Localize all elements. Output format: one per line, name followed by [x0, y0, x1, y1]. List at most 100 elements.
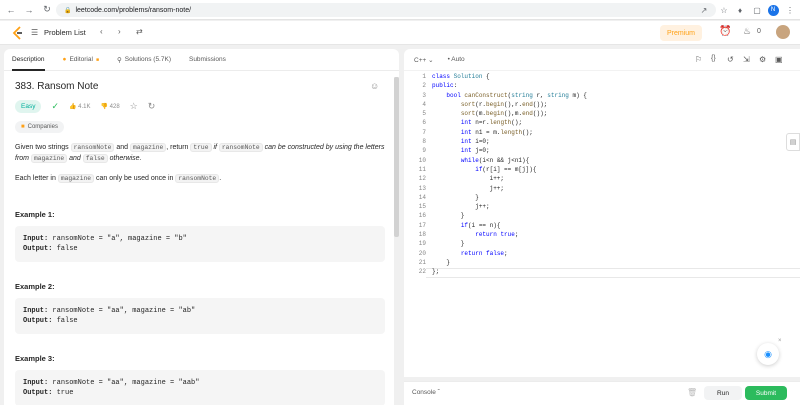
code-line: class Solution { — [432, 73, 490, 80]
example-box: Input: ransomNote = "aa", magazine = "ab… — [15, 298, 385, 334]
line-number: 13 — [418, 184, 426, 192]
tab-label: Solutions (5.7K) — [124, 56, 171, 63]
fire-icon[interactable]: ♨ — [743, 26, 751, 37]
example-heading: Example 2: — [15, 282, 55, 291]
line-number: 9 — [422, 147, 426, 155]
line-number: 15 — [418, 203, 426, 211]
lock-badge-icon: ■ — [95, 56, 99, 63]
expand-icon[interactable]: ⇲ — [743, 55, 750, 64]
example-box: Input: ransomNote = "aa", magazine = "aa… — [15, 370, 385, 405]
code-line: } — [432, 212, 465, 220]
next-problem-icon[interactable]: › — [118, 27, 121, 36]
list-icon[interactable]: ☰ — [31, 28, 38, 37]
reset-icon[interactable]: ↺ — [727, 55, 734, 64]
code-area[interactable]: class Solution { public: bool canConstru… — [432, 73, 792, 278]
chat-help-icon[interactable]: ◉ — [757, 343, 779, 365]
line-number: 7 — [422, 128, 426, 136]
tab-submissions[interactable]: Submissions — [189, 49, 226, 71]
line-number: 4 — [422, 100, 426, 108]
companies-chip[interactable]: ■ Companies — [15, 121, 64, 133]
line-number: 8 — [422, 138, 426, 146]
code-line: int n1 = m.length(); — [460, 128, 533, 136]
code-line: int i=0; — [460, 138, 490, 146]
line-number: 21 — [418, 258, 426, 266]
leetcode-logo[interactable] — [12, 26, 24, 40]
settings-icon[interactable]: ⚙ — [759, 55, 766, 64]
line-number: 2 — [422, 82, 426, 90]
language-select[interactable]: C++ ⌄ — [414, 56, 434, 64]
run-button[interactable]: Run — [704, 386, 742, 400]
thumbs-up-icon: 👍 — [69, 104, 77, 110]
example-heading: Example 3: — [15, 354, 55, 363]
line-number: 12 — [418, 175, 426, 183]
like-button[interactable]: 👍 4.1K — [69, 103, 91, 110]
app-header: ☰ Problem List ‹ › ⇄ Premium ⏰ ♨ 0 — [0, 21, 800, 45]
favorite-star-icon[interactable]: ☆ — [130, 101, 138, 112]
likes-count: 4.1K — [78, 104, 91, 110]
line-number: 5 — [422, 110, 426, 118]
more-icon[interactable]: ☺ — [370, 81, 379, 91]
code-line: int n=r.length(); — [460, 119, 523, 127]
dislikes-count: 428 — [109, 104, 120, 110]
tab-label: Editorial — [69, 56, 93, 63]
autocomplete-toggle[interactable]: • Auto — [448, 56, 465, 63]
description-paragraph: Given two strings ransomNote and magazin… — [15, 143, 385, 163]
url-text: leetcode.com/problems/ransom-note/ — [75, 6, 192, 14]
address-bar[interactable]: 🔒 leetcode.com/problems/ransom-note/ — [56, 3, 716, 17]
user-avatar[interactable] — [776, 25, 790, 39]
flask-icon: ⚲ — [116, 56, 122, 64]
timer-icon[interactable]: ⏰ — [719, 26, 731, 37]
tab-solutions[interactable]: ⚲ Solutions (5.7K) — [117, 49, 171, 71]
code-line: j++; — [432, 203, 490, 211]
difficulty-badge: Easy — [15, 100, 42, 113]
line-number-gutter: 1 2 3 4 5 6 7 8 9 10 11 12 13 14 15 16 17 18 19 20 21 22 — [404, 73, 426, 278]
line-number: 1 — [422, 73, 426, 80]
lock-icon: 🔒 — [64, 7, 72, 14]
code-line: public: — [432, 82, 458, 90]
submit-button[interactable]: Submit — [745, 386, 787, 400]
reload-icon[interactable]: ↻ — [40, 3, 54, 17]
line-number: 16 — [418, 212, 426, 220]
thumbs-down-icon: 👎 — [100, 104, 108, 110]
profile-avatar[interactable]: N — [766, 3, 780, 17]
line-number: 10 — [418, 156, 426, 164]
streak-count: 0 — [757, 28, 761, 35]
code-line: if(r[i] == m[j]){ — [475, 165, 537, 173]
line-number: 6 — [422, 119, 426, 127]
console-toggle[interactable]: Console ˆ — [412, 389, 440, 396]
browser-toolbar: ← → ↻ 🔒 leetcode.com/problems/ransom-not… — [0, 0, 800, 20]
prev-problem-icon[interactable]: ‹ — [100, 27, 103, 36]
shuffle-icon[interactable]: ⇄ — [136, 27, 143, 36]
premium-button[interactable]: Premium — [660, 25, 702, 41]
back-icon[interactable]: ← — [4, 3, 18, 17]
line-number: 19 — [418, 240, 426, 248]
editor-footer: Console ˆ 🗑 Run Submit — [404, 381, 800, 405]
close-chat-icon[interactable]: × — [778, 338, 782, 344]
companies-label: Companies — [27, 124, 58, 130]
share-link-icon[interactable]: ↻ — [148, 101, 156, 112]
code-line: }; — [432, 268, 440, 276]
fullscreen-icon[interactable]: ▣ — [775, 55, 783, 64]
trash-icon[interactable]: 🗑 — [687, 388, 697, 397]
braces-icon[interactable]: {} — [711, 55, 716, 62]
side-doc-icon[interactable]: ▤ — [786, 133, 800, 151]
code-line: } — [432, 258, 451, 266]
tab-editorial[interactable]: ● Editorial ■ — [63, 49, 99, 71]
extensions-icon[interactable]: ♦ — [733, 3, 747, 17]
line-number: 14 — [418, 193, 426, 201]
tab-description[interactable]: Description — [12, 49, 45, 71]
code-line: } — [432, 240, 465, 248]
star-icon[interactable]: ☆ — [717, 3, 731, 17]
editor-toolbar: C++ ⌄ • Auto ⚐ {} ↺ ⇲ ⚙ ▣ — [404, 49, 800, 71]
code-line: if(i == n){ — [460, 221, 501, 229]
problem-title: 383. Ransom Note — [15, 81, 99, 92]
menu-icon[interactable]: ⋮ — [783, 3, 797, 17]
line-number: 22 — [418, 268, 426, 276]
sidepanel-icon[interactable]: ▢ — [750, 3, 764, 17]
dislike-button[interactable]: 👎 428 — [101, 103, 120, 110]
share-icon[interactable]: ↗ — [697, 3, 711, 17]
bookmark-icon[interactable]: ⚐ — [695, 55, 702, 64]
problem-list-title[interactable]: Problem List — [44, 28, 86, 37]
code-line: bool canConstruct(string r, string m) { — [446, 91, 587, 99]
forward-icon[interactable]: → — [22, 3, 36, 17]
